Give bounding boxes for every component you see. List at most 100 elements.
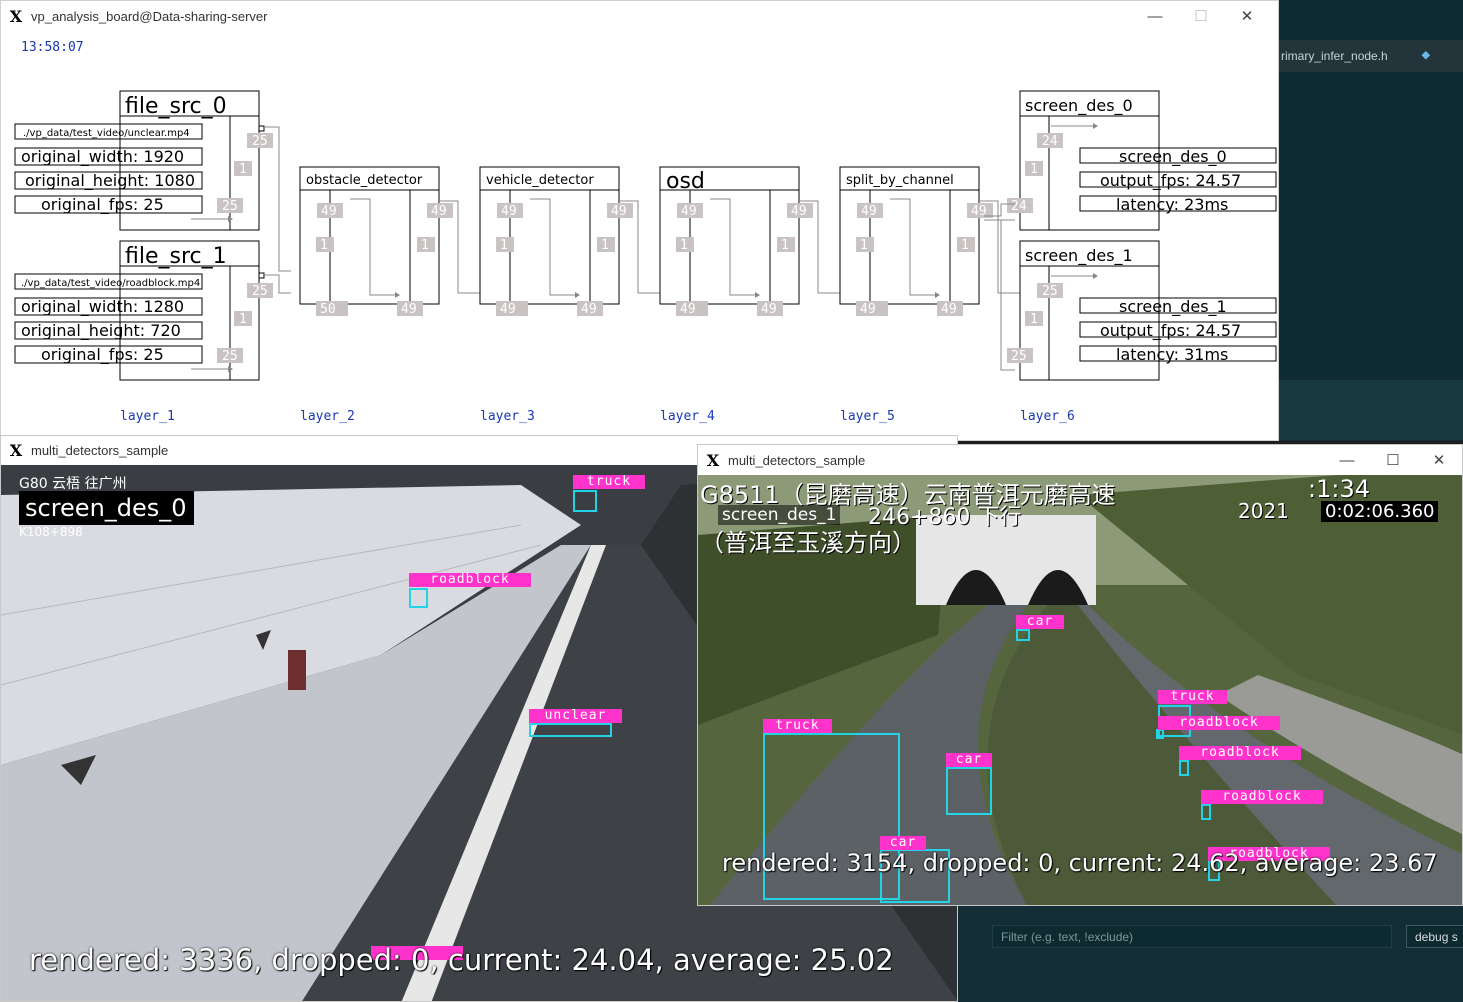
queue-count: 1 (601, 238, 609, 253)
queue-count: 25 (222, 349, 238, 364)
detection-label: car (946, 753, 992, 767)
node-label: screen_des_0 (1119, 147, 1227, 167)
detection-box (1201, 804, 1211, 820)
queue-count: 50 (320, 302, 336, 317)
x-logo-icon: X (9, 6, 23, 26)
queue-count: 1 (1030, 312, 1038, 327)
video-window-2-titlebar[interactable]: X multi_detectors_sample — ☐ ✕ (698, 445, 1462, 475)
queue-count: 49 (791, 204, 807, 219)
video-frame-highway: G8511（昆磨高速）云南普洱元磨高速 :1:34 screen_des_1 2… (698, 475, 1462, 905)
queue-count: 49 (611, 204, 627, 219)
window-title: multi_detectors_sample (31, 443, 169, 458)
queue-count: 1 (421, 238, 429, 253)
debug-button[interactable]: debug s (1406, 925, 1463, 948)
queue-count: 1 (239, 312, 247, 327)
screen-label-badge: screen_des_1 (718, 505, 841, 525)
detection-box (409, 588, 428, 608)
queue-count: 49 (680, 302, 696, 317)
queue-count: 24 (1011, 199, 1027, 214)
detection-box (1156, 729, 1164, 739)
queue-count: 49 (581, 302, 597, 317)
queue-count: 25 (1011, 349, 1027, 364)
maximize-button[interactable]: ☐ (1178, 1, 1224, 31)
detection-box (529, 723, 612, 737)
playback-clock: 0:02:06.360 (1321, 501, 1439, 522)
render-stats: rendered: 3336, dropped: 0, current: 24.… (29, 943, 894, 977)
queue-count: 24 (1042, 134, 1058, 149)
camera-year: 2021 (1238, 499, 1289, 523)
queue-count: 1 (781, 238, 789, 253)
queue-count: 49 (860, 302, 876, 317)
node-output-fps: output_fps: 24.57 (1100, 171, 1241, 191)
camera-caption: G80 云梧 往广州 (19, 476, 127, 492)
maximize-button[interactable]: ☐ (1370, 445, 1416, 475)
queue-count: 49 (501, 204, 517, 219)
detection-box (1016, 629, 1030, 641)
analysis-board-titlebar[interactable]: X vp_analysis_board@Data-sharing-server … (1, 1, 1278, 31)
queue-count: 25 (1042, 284, 1058, 299)
x-logo-icon: X (706, 450, 720, 470)
node-title: file_src_1 (125, 244, 227, 269)
node-height: original_height: 1080 (25, 171, 195, 191)
screen-label-badge: screen_des_0 (19, 491, 194, 525)
file-icon[interactable]: ⯁ (1421, 49, 1431, 64)
queue-count: 49 (321, 204, 337, 219)
detection-box (573, 490, 597, 512)
detection-box (946, 767, 992, 815)
node-path: ./vp_data/test_video/roadblock.mp4 (21, 278, 200, 289)
queue-count: 49 (431, 204, 447, 219)
layer-label: layer_2 (300, 409, 355, 424)
detection-label: roadblock (409, 573, 531, 587)
node-title: osd (666, 169, 705, 194)
close-button[interactable]: ✕ (1416, 445, 1462, 475)
queue-count: 1 (239, 162, 247, 177)
detection-label: unclear (529, 709, 622, 723)
node-title: screen_des_1 (1025, 246, 1133, 266)
detection-label: truck (573, 475, 645, 489)
close-button[interactable]: ✕ (1224, 1, 1270, 31)
layer-label: layer_6 (1020, 409, 1075, 424)
node-title: file_src_0 (125, 94, 227, 119)
minimize-button[interactable]: — (1324, 445, 1370, 475)
queue-count: 1 (860, 238, 868, 253)
window-title: multi_detectors_sample (728, 452, 866, 468)
detection-label: roadblock (1201, 790, 1323, 804)
filter-input[interactable]: Filter (e.g. text, !exclude) (992, 925, 1392, 948)
camera-time: :1:34 (1308, 475, 1370, 503)
layer-label: layer_1 (120, 409, 175, 424)
detection-label: truck (1158, 690, 1227, 704)
video-window-2: X multi_detectors_sample — ☐ ✕ G8511（昆磨高… (697, 444, 1463, 906)
node-output-fps: output_fps: 24.57 (1100, 321, 1241, 341)
queue-count: 1 (500, 238, 508, 253)
detection-label: truck (763, 719, 832, 733)
node-latency: latency: 31ms (1116, 345, 1228, 364)
queue-count: 1 (961, 238, 969, 253)
queue-count: 49 (500, 302, 516, 317)
clock-text: 13:58:07 (21, 40, 84, 55)
analysis-board-window: X vp_analysis_board@Data-sharing-server … (0, 0, 1279, 441)
queue-count: 25 (252, 284, 268, 299)
minimize-button[interactable]: — (1132, 1, 1178, 31)
detection-box (1179, 760, 1189, 776)
node-label: screen_des_1 (1119, 297, 1227, 317)
output-panel (958, 905, 1463, 1002)
queue-count: 1 (1030, 162, 1038, 177)
queue-count: 1 (320, 238, 328, 253)
queue-count: 25 (222, 199, 238, 214)
editor-tab-primary-infer-node[interactable]: rimary_infer_node.h (1279, 49, 1421, 63)
node-width: original_width: 1280 (21, 297, 184, 317)
editor-panel-strip (1279, 380, 1463, 440)
node-title: split_by_channel (846, 173, 954, 188)
layer-label: layer_3 (480, 409, 535, 424)
detection-label: car (1016, 615, 1064, 629)
node-title: obstacle_detector (306, 173, 423, 188)
node-fps: original_fps: 25 (41, 195, 164, 215)
editor-tab-bar: rimary_infer_node.h ⯁ (1279, 40, 1463, 72)
node-title: screen_des_0 (1025, 96, 1133, 116)
km-marker: K108+898 (19, 525, 83, 539)
queue-count: 1 (680, 238, 688, 253)
detection-label: roadblock (1179, 746, 1301, 760)
node-path: ./vp_data/test_video/unclear.mp4 (23, 128, 190, 139)
layer-label: layer_5 (840, 409, 895, 424)
node-title: vehicle_detector (486, 173, 594, 188)
